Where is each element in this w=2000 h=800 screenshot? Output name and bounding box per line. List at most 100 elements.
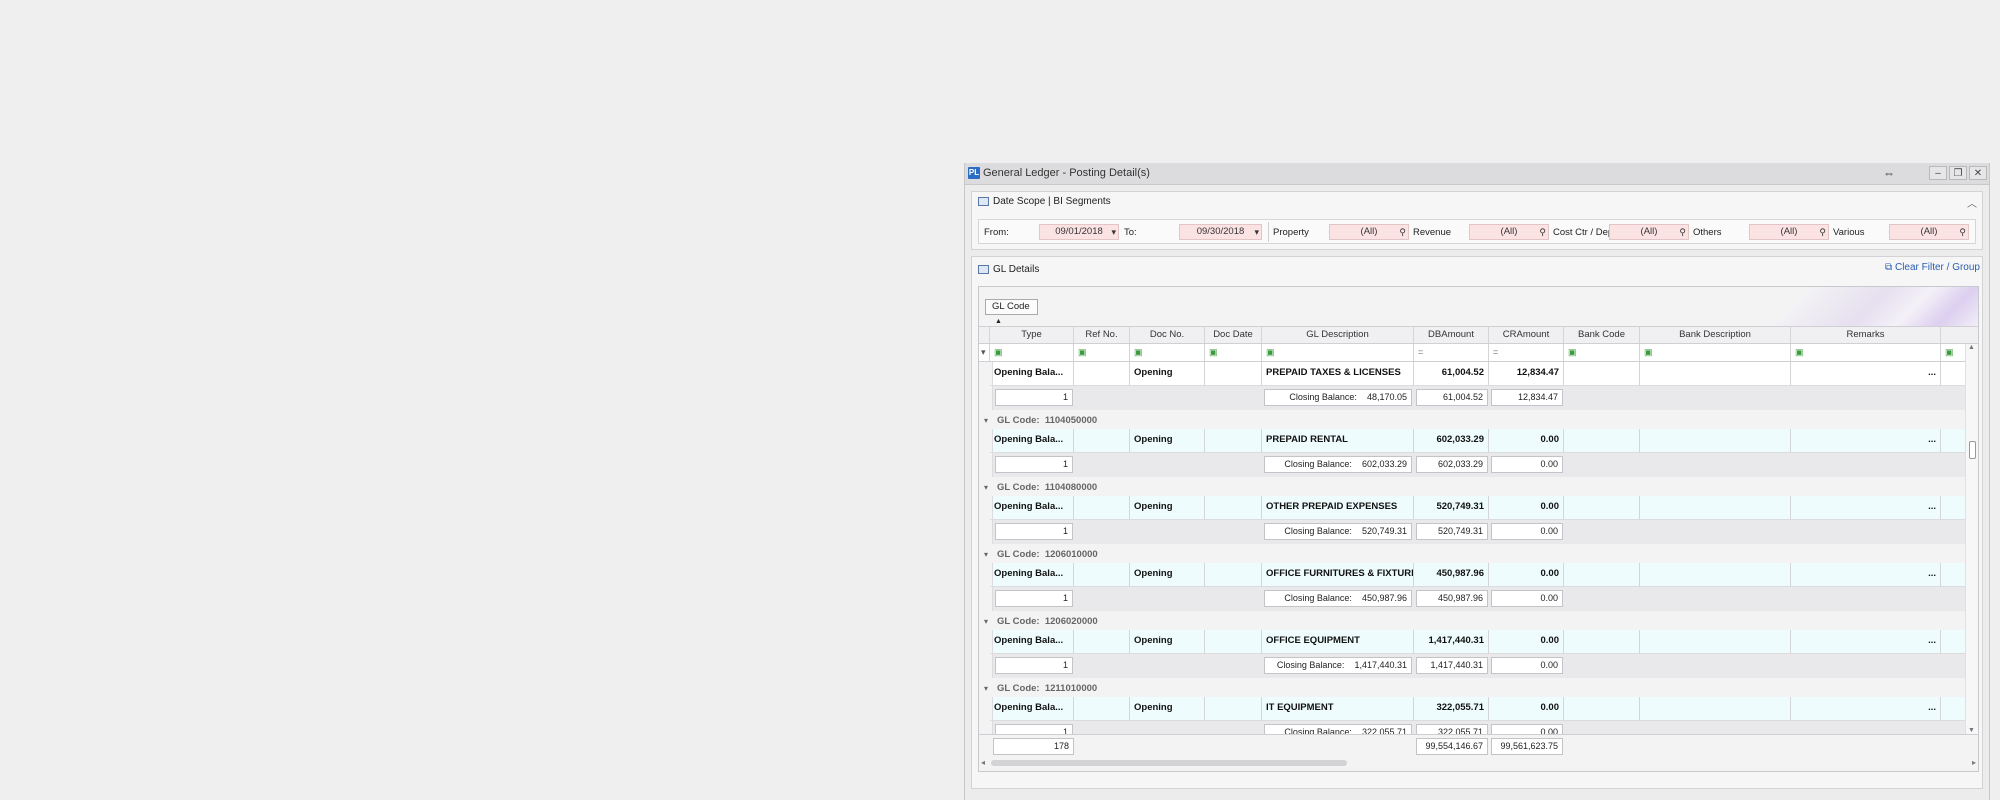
cell-doc-date[interactable] — [1205, 496, 1262, 520]
table-row[interactable]: Opening Bala... Opening PREPAID TAXES & LI… — [979, 362, 1978, 386]
cell-bank-code[interactable] — [1564, 630, 1640, 654]
dropdown-arrow-icon[interactable]: ▾ — [1111, 225, 1116, 239]
scroll-up-icon[interactable]: ▲ — [1968, 344, 1975, 351]
cell-cr-amount[interactable]: 12,834.47 — [1489, 362, 1564, 386]
col-ref-no[interactable]: Ref No. — [1074, 327, 1130, 343]
cell-gl-description[interactable]: IT EQUIPMENT — [1262, 697, 1414, 721]
collapse-chevron-icon[interactable]: ︿ — [1967, 195, 1977, 210]
horizontal-scroll-thumb[interactable] — [991, 760, 1347, 766]
cell-gl-description[interactable]: PREPAID RENTAL — [1262, 429, 1414, 453]
search-icon[interactable]: ⚲ — [1539, 225, 1546, 239]
filter-bank-description[interactable]: ▣ — [1640, 344, 1791, 361]
col-bank-code[interactable]: Bank Code — [1564, 327, 1640, 343]
cell-gl-description[interactable]: PREPAID TAXES & LICENSES — [1262, 362, 1414, 386]
filter-type[interactable]: ▣ — [990, 344, 1074, 361]
col-doc-date[interactable]: Doc Date — [1205, 327, 1262, 343]
cell-cr-amount[interactable]: 0.00 — [1489, 697, 1564, 721]
cell-bank-description[interactable] — [1640, 496, 1791, 520]
resize-arrows-icon[interactable]: ⇔ — [1883, 166, 1895, 180]
to-date-input[interactable]: 09/30/2018 ▾ — [1179, 224, 1262, 240]
cell-type[interactable]: Opening Bala... — [990, 630, 1074, 654]
cell-doc-no[interactable]: Opening — [1130, 496, 1205, 520]
vertical-scrollbar[interactable]: ▲ ▼ — [1965, 344, 1978, 734]
cell-doc-date[interactable] — [1205, 630, 1262, 654]
scroll-right-icon[interactable]: ▸ — [1972, 758, 1976, 767]
filter-extra[interactable]: ▣ — [1941, 344, 1967, 361]
scroll-left-icon[interactable]: ◂ — [981, 758, 985, 767]
revenue-filter[interactable]: (All) ⚲ — [1469, 224, 1549, 240]
cell-bank-description[interactable] — [1640, 697, 1791, 721]
cell-doc-no[interactable]: Opening — [1130, 362, 1205, 386]
cell-ref-no[interactable] — [1074, 362, 1130, 386]
filter-bank-code[interactable]: ▣ — [1564, 344, 1640, 361]
search-icon[interactable]: ⚲ — [1819, 225, 1826, 239]
cell-ref-no[interactable] — [1074, 563, 1130, 587]
filter-doc-date[interactable]: ▣ — [1205, 344, 1262, 361]
from-date-input[interactable]: 09/01/2018 ▾ — [1039, 224, 1119, 240]
scroll-down-icon[interactable]: ▼ — [1968, 727, 1975, 734]
cell-db-amount[interactable]: 61,004.52 — [1414, 362, 1489, 386]
cell-remarks-more-button[interactable]: ... — [1791, 496, 1941, 520]
cell-remarks-more-button[interactable]: ... — [1791, 362, 1941, 386]
cell-ref-no[interactable] — [1074, 496, 1130, 520]
filter-gl-description[interactable]: ▣ — [1262, 344, 1414, 361]
search-icon[interactable]: ⚲ — [1679, 225, 1686, 239]
vertical-scroll-thumb[interactable] — [1969, 441, 1976, 459]
cell-cr-amount[interactable]: 0.00 — [1489, 563, 1564, 587]
col-db-amount[interactable]: DBAmount — [1414, 327, 1489, 343]
col-gl-description[interactable]: GL Description — [1262, 327, 1414, 343]
col-type[interactable]: Type — [990, 327, 1074, 343]
restore-button[interactable]: ❐ — [1949, 166, 1967, 180]
various-filter[interactable]: (All) ⚲ — [1889, 224, 1969, 240]
cell-bank-code[interactable] — [1564, 563, 1640, 587]
dropdown-arrow-icon[interactable]: ▾ — [1254, 225, 1259, 239]
cell-doc-no[interactable]: Opening — [1130, 630, 1205, 654]
cost-ctr-filter[interactable]: (All) ⚲ — [1609, 224, 1689, 240]
cell-doc-date[interactable] — [1205, 429, 1262, 453]
cell-ref-no[interactable] — [1074, 697, 1130, 721]
col-bank-description[interactable]: Bank Description — [1640, 327, 1791, 343]
cell-doc-date[interactable] — [1205, 362, 1262, 386]
horizontal-scrollbar[interactable]: ◂ ▸ — [979, 756, 1978, 771]
clear-filter-group-button[interactable]: ⧉ Clear Filter / Group — [1885, 262, 1980, 273]
property-filter[interactable]: (All) ⚲ — [1329, 224, 1409, 240]
col-cr-amount[interactable]: CRAmount — [1489, 327, 1564, 343]
title-bar[interactable]: PL General Ledger - Posting Detail(s) ⇔ … — [965, 163, 1989, 185]
cell-extra[interactable] — [1941, 697, 1967, 721]
cell-bank-description[interactable] — [1640, 563, 1791, 587]
table-row[interactable]: Opening Bala... Opening IT EQUIPMENT 322,05… — [979, 697, 1978, 721]
cell-type[interactable]: Opening Bala... — [990, 563, 1074, 587]
cell-type[interactable]: Opening Bala... — [990, 429, 1074, 453]
cell-remarks-more-button[interactable]: ... — [1791, 630, 1941, 654]
cell-extra[interactable] — [1941, 563, 1967, 587]
table-row[interactable]: Opening Bala... Opening PREPAID RENTAL 602,… — [979, 429, 1978, 453]
cell-doc-no[interactable]: Opening — [1130, 429, 1205, 453]
minimize-button[interactable]: – — [1929, 166, 1947, 180]
cell-gl-description[interactable]: OTHER PREPAID EXPENSES — [1262, 496, 1414, 520]
col-remarks[interactable]: Remarks — [1791, 327, 1941, 343]
table-row[interactable]: Opening Bala... Opening OFFICE EQUIPMENT 1,… — [979, 630, 1978, 654]
filter-ref-no[interactable]: ▣ — [1074, 344, 1130, 361]
table-row[interactable]: Opening Bala... Opening OTHER PREPAID EXPE… — [979, 496, 1978, 520]
cell-extra[interactable] — [1941, 429, 1967, 453]
cell-bank-code[interactable] — [1564, 496, 1640, 520]
cell-ref-no[interactable] — [1074, 630, 1130, 654]
filter-cr-amount[interactable]: = — [1489, 344, 1564, 361]
cell-extra[interactable] — [1941, 630, 1967, 654]
cell-bank-description[interactable] — [1640, 429, 1791, 453]
filter-doc-no[interactable]: ▣ — [1130, 344, 1205, 361]
cell-bank-description[interactable] — [1640, 630, 1791, 654]
cell-type[interactable]: Opening Bala... — [990, 362, 1074, 386]
cell-type[interactable]: Opening Bala... — [990, 496, 1074, 520]
search-icon[interactable]: ⚲ — [1959, 225, 1966, 239]
cell-bank-code[interactable] — [1564, 429, 1640, 453]
cell-extra[interactable] — [1941, 496, 1967, 520]
filter-remarks[interactable]: ▣ — [1791, 344, 1941, 361]
cell-db-amount[interactable]: 602,033.29 — [1414, 429, 1489, 453]
cell-gl-description[interactable]: OFFICE FURNITURES & FIXTURES — [1262, 563, 1414, 587]
cell-remarks-more-button[interactable]: ... — [1791, 429, 1941, 453]
filter-db-amount[interactable]: = — [1414, 344, 1489, 361]
search-icon[interactable]: ⚲ — [1399, 225, 1406, 239]
cell-bank-code[interactable] — [1564, 697, 1640, 721]
others-filter[interactable]: (All) ⚲ — [1749, 224, 1829, 240]
